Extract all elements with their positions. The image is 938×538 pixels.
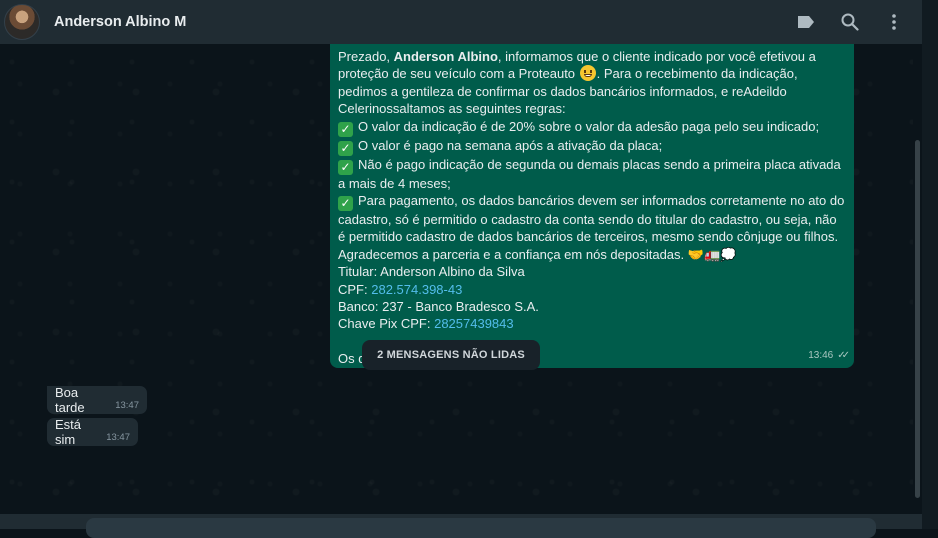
contact-name[interactable]: Anderson Albino M [54, 14, 186, 30]
compose-bar [0, 514, 922, 538]
pix-link[interactable]: 28257439843 [434, 316, 514, 331]
message-time: 13:46 [808, 349, 834, 361]
rule-item: ✓ O valor é pago na semana após a ativaçã… [338, 137, 846, 156]
message-time: 13:47 [106, 431, 130, 443]
message-input[interactable] [86, 518, 876, 538]
pix-line: Chave Pix CPF: 28257439843 [338, 316, 514, 332]
message-meta: 13:46 ✓✓ [808, 347, 850, 364]
check-mark-icon: ✓ [338, 140, 353, 156]
cpf-link[interactable]: 282.574.398-43 [371, 282, 462, 297]
rule-item: ✓ Não é pago indicação de segunda ou dema… [338, 156, 841, 191]
scrollbar-thumb[interactable] [915, 140, 920, 498]
check-mark-icon: ✓ [338, 159, 353, 175]
message-text: Está sim [55, 417, 82, 447]
incoming-message[interactable]: Boa tarde 13:47 [47, 385, 147, 415]
outgoing-message[interactable]: Prezado, Anderson Albino, informamos que… [330, 44, 854, 368]
bold-name: Anderson Albino [393, 49, 498, 64]
label-icon[interactable] [796, 12, 816, 32]
cpf-line: CPF: 282.574.398-43 [338, 281, 463, 297]
header-actions [796, 0, 904, 44]
window-edge [922, 0, 938, 529]
incoming-message[interactable]: Está sim 13:47 [47, 417, 138, 447]
rule-item: ✓ Para pagamento, os dados bancários deve… [338, 193, 845, 245]
check-mark-icon: ✓ [338, 196, 353, 212]
chat-header: Anderson Albino M [0, 0, 922, 44]
bank-line: Banco: 237 - Banco Bradesco S.A. [338, 299, 539, 315]
message-time: 13:47 [115, 399, 139, 411]
message-text: Boa tarde [55, 385, 85, 415]
check-mark-icon: ✓ [338, 121, 353, 137]
titular-line: Titular: Anderson Albino da Silva [338, 264, 525, 280]
message-intro: Prezado, Anderson Albino, informamos que… [338, 49, 816, 117]
grinning-face-icon [579, 65, 596, 82]
rule-item: ✓ O valor da indicação é de 20% sobre o v… [338, 118, 846, 137]
menu-icon[interactable] [884, 12, 904, 32]
unread-divider: 2 MENSAGENS NÃO LIDAS [362, 340, 540, 370]
handshake-truck-icons: 🤝🚛💭 [687, 246, 737, 262]
search-icon[interactable] [840, 12, 860, 32]
chat-area[interactable]: Prezado, Anderson Albino, informamos que… [0, 44, 913, 514]
thanks-line: Agradecemos a parceria e a confiança em … [338, 246, 737, 262]
double-check-icon: ✓✓ [837, 349, 850, 361]
avatar[interactable] [4, 4, 40, 40]
